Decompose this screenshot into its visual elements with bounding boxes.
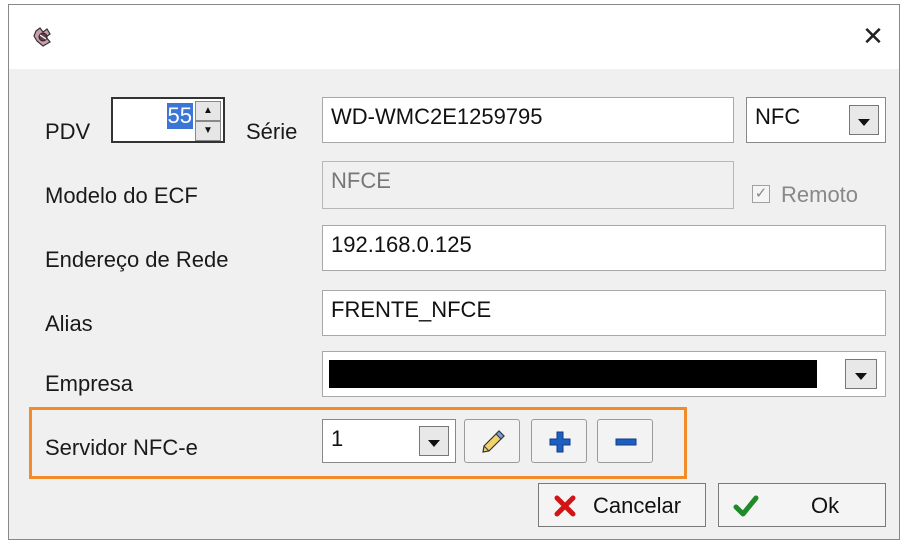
dialog-window: ✕ PDV 55 ▲ ▼ Série WD-WMC2E1259795 NFC M…: [8, 4, 900, 540]
app-icon: [31, 25, 55, 49]
alias-label: Alias: [45, 311, 93, 336]
alias-field[interactable]: FRENTE_NFCE: [322, 290, 886, 336]
empresa-redacted-value: [329, 360, 817, 388]
spin-up-icon[interactable]: ▲: [195, 101, 221, 121]
dropdown-arrow-icon[interactable]: [849, 105, 879, 135]
serie-label: Série: [246, 119, 298, 144]
endereco-label: Endereço de Rede: [45, 247, 229, 272]
ok-button[interactable]: Ok: [718, 483, 886, 527]
checkmark-icon: [733, 494, 759, 524]
cancel-button[interactable]: Cancelar: [538, 483, 706, 527]
tipo-select[interactable]: NFC: [746, 97, 886, 143]
edit-pencil-icon: [479, 428, 507, 461]
tipo-selected: NFC: [755, 104, 801, 129]
x-icon: [553, 494, 577, 524]
remoto-checkbox[interactable]: ✓: [752, 185, 770, 203]
modelo-field: NFCE: [322, 161, 734, 209]
spin-buttons: ▲ ▼: [195, 101, 221, 141]
modelo-label: Modelo do ECF: [45, 183, 198, 208]
empresa-select[interactable]: [322, 351, 886, 397]
title-bar: ✕: [9, 5, 899, 69]
remove-button[interactable]: [597, 419, 653, 463]
dropdown-arrow-icon[interactable]: [419, 426, 449, 456]
servidor-select[interactable]: 1: [322, 419, 456, 463]
dropdown-arrow-icon[interactable]: [845, 359, 877, 389]
plus-icon: [548, 430, 572, 459]
minus-icon: [614, 430, 638, 459]
empresa-label: Empresa: [45, 371, 134, 396]
cancel-label: Cancelar: [593, 493, 682, 518]
spin-down-icon[interactable]: ▼: [195, 121, 221, 141]
edit-button[interactable]: [464, 419, 520, 463]
pdv-label: PDV: [45, 119, 91, 144]
add-button[interactable]: [531, 419, 587, 463]
pdv-spinner[interactable]: 55 ▲ ▼: [111, 97, 225, 143]
serie-field[interactable]: WD-WMC2E1259795: [322, 97, 734, 143]
close-icon[interactable]: ✕: [859, 23, 887, 51]
ok-label: Ok: [811, 493, 840, 518]
remoto-label: Remoto: [781, 182, 859, 207]
endereco-field[interactable]: 192.168.0.125: [322, 225, 886, 271]
servidor-value: 1: [331, 426, 344, 451]
pdv-value[interactable]: 55: [166, 103, 193, 129]
servidor-label: Servidor NFC-e: [45, 435, 198, 460]
